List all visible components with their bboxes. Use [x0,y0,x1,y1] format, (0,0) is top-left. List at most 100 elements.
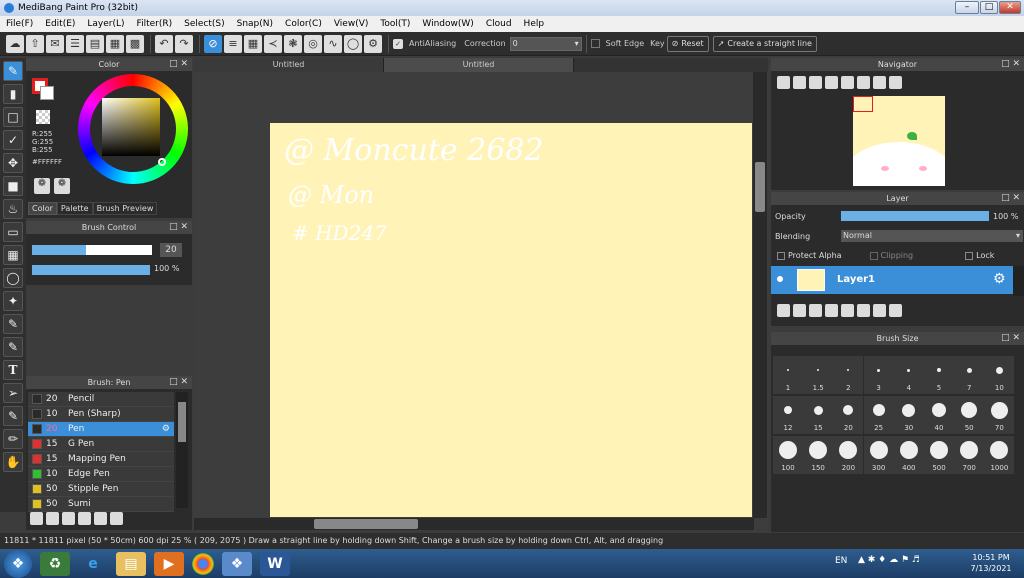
menu-select[interactable]: Select(S) [178,19,231,29]
trash-icon[interactable] [889,304,902,317]
fill-tool-icon[interactable]: ♨ [3,199,23,219]
brush-size-option[interactable]: 25 [863,396,894,434]
brush-size-option[interactable]: 5 [924,356,954,394]
comment-icon[interactable]: ✉ [46,34,64,53]
menu-help[interactable]: Help [518,19,551,29]
flip-icon[interactable] [889,76,902,89]
lock-checkbox[interactable] [965,251,974,260]
rotate-left-icon[interactable] [841,76,854,89]
brush-size-option[interactable]: 100 [773,436,803,474]
brush-size-option[interactable]: 1 [773,356,803,394]
saturation-square[interactable] [102,98,160,156]
brush-size-option[interactable]: 20 [833,396,864,434]
soft-edge-checkbox[interactable] [590,39,600,48]
antialiasing-checkbox[interactable]: ✓ [393,38,403,49]
dot-tool-icon[interactable]: □ [3,107,23,127]
layer-menu-icon[interactable] [825,304,838,317]
brush-size-option[interactable]: 30 [893,396,924,434]
brush-size-option[interactable]: 1.5 [803,356,834,394]
vanishing-snap-icon[interactable]: ≺ [264,34,282,53]
comic-icon[interactable]: ▦ [106,34,124,53]
radial-snap-icon[interactable]: ❃ [284,34,302,53]
word-icon[interactable]: W [260,551,290,576]
operation-tool-icon[interactable]: ➢ [3,383,23,403]
trash-icon[interactable] [110,512,123,525]
brush-item[interactable]: 15 G Pen [28,437,174,452]
brush-size-option[interactable]: 7 [954,356,985,394]
eye-icon[interactable] [777,276,783,282]
panel-close-icon[interactable]: □ ✕ [169,58,188,71]
add-brush-icon[interactable] [30,512,43,525]
menu-file[interactable]: File(F) [0,19,39,29]
brush-size-option[interactable]: 1000 [984,436,1015,474]
gear-icon[interactable]: ⚙ [162,424,170,434]
cross-snap-icon[interactable]: ▦ [244,34,262,53]
tab-untitled-2[interactable]: Untitled [384,58,574,72]
magic-wand-icon[interactable]: ✦ [3,291,23,311]
clock[interactable]: 10:51 PM 7/13/2021 [966,552,1016,574]
panel-close-icon[interactable]: □ ✕ [1001,192,1020,205]
eraser-tool-icon[interactable]: ▮ [3,84,23,104]
panel-close-icon[interactable]: □ ✕ [1001,332,1020,345]
brush-size-option[interactable]: 12 [773,396,803,434]
brush-size-option[interactable]: 70 [984,396,1015,434]
correction-select[interactable]: 0 ▾ [509,36,582,51]
start-button[interactable]: ❖ [4,549,32,578]
tab-palette[interactable]: Palette [56,202,93,215]
merge-icon[interactable] [873,304,886,317]
brush-item[interactable]: 15 Mapping Pen [28,452,174,467]
panel-close-icon[interactable]: □ ✕ [169,221,188,234]
settings-icon[interactable]: ⚙ [364,34,382,53]
text-tool-icon[interactable]: T [3,360,23,380]
tab-brush-preview[interactable]: Brush Preview [92,202,158,215]
select-tool-icon[interactable]: ▦ [3,245,23,265]
menu-cloud[interactable]: Cloud [480,19,518,29]
layer-opacity-slider[interactable] [841,211,989,221]
eyedropper-tool-icon[interactable]: ✏ [3,429,23,449]
hand-tool-icon[interactable]: ✋ [3,452,23,472]
blending-select[interactable]: Normal ▾ [841,230,1023,242]
canvas-horizontal-scrollbar[interactable] [194,518,754,530]
close-button[interactable]: ✕ [999,1,1021,14]
lasso-tool-icon[interactable]: ◯ [3,268,23,288]
snap-off-icon[interactable]: ⊘ [204,34,222,53]
brush-size-option[interactable]: 3 [863,356,894,394]
maximize-button[interactable]: □ [980,1,998,14]
select-brush-icon[interactable]: ✎ [3,314,23,334]
create-straight-line-button[interactable]: ➚ Create a straight line [712,35,817,52]
page-icon[interactable]: ▤ [86,34,104,53]
circle-snap-icon[interactable]: ◎ [304,34,322,53]
brush-size-slider[interactable] [32,245,152,255]
menu-window[interactable]: Window(W) [416,19,479,29]
brush-size-option[interactable]: 4 [893,356,924,394]
brush-item[interactable]: 10 Edge Pen [28,467,174,482]
select-pen-icon[interactable]: ✓ [3,130,23,150]
zoom-actual-icon[interactable] [809,76,822,89]
brush-size-option[interactable]: 50 [954,396,985,434]
panel-close-icon[interactable]: □ ✕ [1001,58,1020,71]
move-tool-icon[interactable]: ✥ [3,153,23,173]
brush-size-option[interactable]: 500 [924,436,954,474]
tab-color[interactable]: Color [28,202,57,215]
color-picker-icon[interactable]: ❁ [54,178,70,194]
menu-tool[interactable]: Tool(T) [374,19,416,29]
chat-icon[interactable]: ☰ [66,34,84,53]
brush-size-option[interactable]: 10 [984,356,1015,394]
parallel-snap-icon[interactable]: ≡ [224,34,242,53]
canvas-vertical-scrollbar[interactable] [753,72,767,518]
brush-size-option[interactable]: 40 [924,396,954,434]
share-icon[interactable]: ⇧ [26,34,44,53]
rotate-right-icon[interactable] [873,76,886,89]
undo-icon[interactable]: ↶ [155,34,173,53]
ellipse-snap-icon[interactable]: ◯ [344,34,362,53]
layer-row[interactable]: Layer1 ⚙ [771,266,1013,294]
background-color-swatch[interactable] [40,86,54,100]
brush-size-option[interactable]: 15 [803,396,834,434]
brush-size-option[interactable]: 150 [803,436,834,474]
new-8bit-layer-icon[interactable] [809,304,822,317]
menu-layer[interactable]: Layer(L) [81,19,130,29]
brush-item[interactable]: 50 Stipple Pen [28,482,174,497]
brush-size-option[interactable]: 2 [833,356,864,394]
minimize-button[interactable]: – [955,1,979,14]
chrome-icon[interactable] [192,552,214,575]
